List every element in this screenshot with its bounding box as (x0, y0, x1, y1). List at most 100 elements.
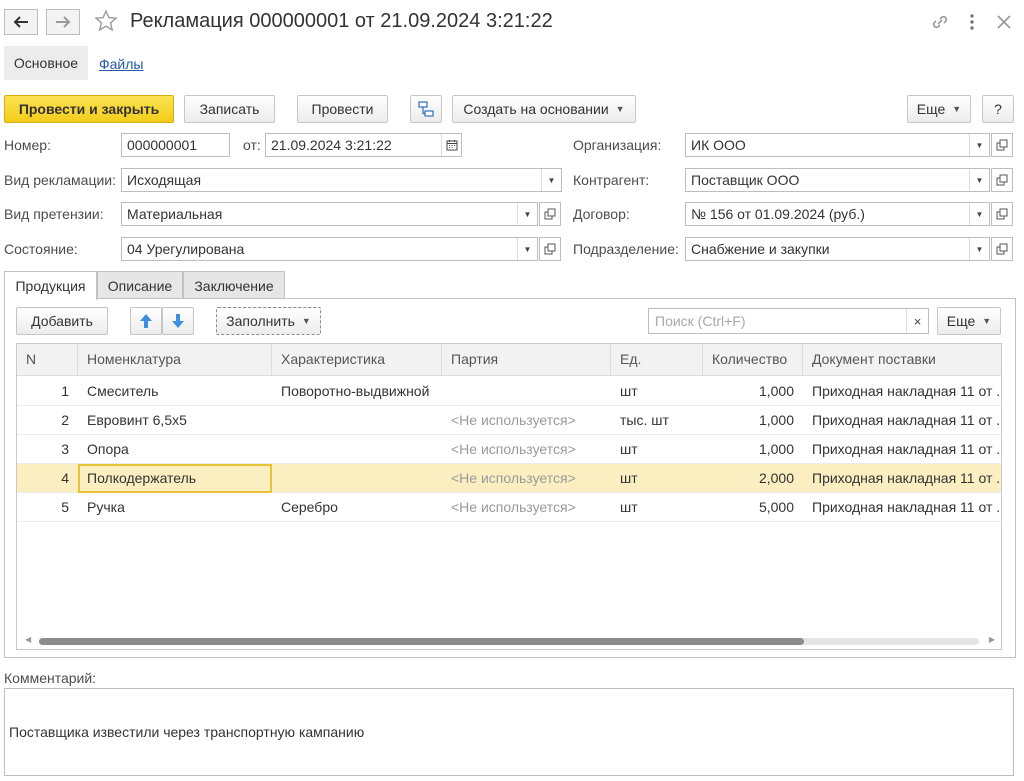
state-select[interactable]: 04 Урегулирована ▼ (121, 237, 538, 261)
cell-unit[interactable]: шт (611, 464, 703, 493)
section-files-link[interactable]: Файлы (99, 56, 143, 72)
cell-doc[interactable]: Приходная накладная 11 от ... (803, 406, 1001, 435)
state-open-button[interactable] (539, 237, 561, 261)
forward-button[interactable] (46, 9, 80, 35)
cell-qty[interactable]: 5,000 (703, 493, 803, 522)
more-button[interactable]: Еще ▼ (907, 95, 971, 123)
save-button[interactable]: Записать (184, 95, 275, 123)
cell-characteristic[interactable] (272, 435, 442, 464)
cell-batch[interactable]: <Не используется> (442, 493, 611, 522)
cell-qty[interactable]: 2,000 (703, 464, 803, 493)
clear-search-button[interactable]: × (906, 309, 928, 333)
table-row[interactable]: 2 Евровинт 6,5x5 <Не используется> тыс. шт 1… (17, 406, 1001, 435)
post-and-close-button[interactable]: Провести и закрыть (4, 95, 174, 123)
cell-batch[interactable]: <Не используется> (442, 464, 611, 493)
table-row[interactable]: 1 Смеситель Поворотно-выдвижной шт 1,000 Прих… (17, 377, 1001, 406)
chevron-down-icon[interactable]: ▼ (517, 238, 537, 260)
contract-select[interactable]: № 156 от 01.09.2024 (руб.) ▼ (685, 202, 990, 226)
cell-unit[interactable]: шт (611, 435, 703, 464)
scrollbar-thumb[interactable] (39, 638, 804, 645)
tab-description[interactable]: Описание (97, 271, 183, 299)
date-field[interactable]: 21.09.2024 3:21:22 (265, 133, 462, 157)
cell-item[interactable]: Опора (78, 435, 272, 464)
cell-item[interactable]: Полкодержатель (78, 464, 272, 493)
comment-field[interactable]: Поставщика известили через транспортную … (4, 688, 1014, 776)
favorite-button[interactable] (94, 9, 120, 35)
pretension-type-open-button[interactable] (539, 202, 561, 226)
cell-unit[interactable]: шт (611, 377, 703, 406)
column-header-n[interactable]: N (17, 344, 78, 376)
column-header-unit[interactable]: Ед. (611, 344, 703, 376)
cell-characteristic[interactable]: Серебро (272, 493, 442, 522)
chevron-down-icon[interactable]: ▼ (969, 238, 989, 260)
cell-batch[interactable]: <Не используется> (442, 406, 611, 435)
cell-n[interactable]: 3 (17, 435, 78, 464)
organization-open-button[interactable] (991, 133, 1013, 157)
create-based-on-button[interactable]: Создать на основании ▼ (452, 95, 636, 123)
cell-batch[interactable] (442, 377, 611, 406)
search-field[interactable]: Поиск (Ctrl+F) × (648, 308, 929, 334)
claim-type-select[interactable]: Исходящая ▼ (121, 168, 562, 192)
cell-doc[interactable]: Приходная накладная 11 от ... (803, 377, 1001, 406)
cell-unit[interactable]: шт (611, 493, 703, 522)
table-row[interactable]: 4 Полкодержатель <Не используется> шт 2,000 П… (17, 464, 1001, 493)
cell-doc[interactable]: Приходная накладная 11 от ... (803, 435, 1001, 464)
table-more-button[interactable]: Еще ▼ (937, 307, 1001, 335)
department-select[interactable]: Снабжение и закупки ▼ (685, 237, 990, 261)
horizontal-scrollbar[interactable]: ◀ ▶ (17, 633, 1001, 649)
help-button[interactable]: ? (982, 95, 1014, 123)
cell-qty[interactable]: 1,000 (703, 377, 803, 406)
cell-unit[interactable]: тыс. шт (611, 406, 703, 435)
cell-item[interactable]: Смеситель (78, 377, 272, 406)
back-button[interactable] (4, 9, 38, 35)
fill-button[interactable]: Заполнить ▼ (216, 307, 321, 335)
close-button[interactable] (994, 12, 1014, 32)
cell-n[interactable]: 2 (17, 406, 78, 435)
scroll-right-icon[interactable]: ▶ (989, 635, 995, 644)
chevron-down-icon[interactable]: ▼ (969, 203, 989, 225)
add-row-button[interactable]: Добавить (16, 307, 108, 335)
pretension-type-select[interactable]: Материальная ▼ (121, 202, 538, 226)
scroll-left-icon[interactable]: ◀ (25, 635, 31, 644)
link-button[interactable] (930, 12, 950, 35)
column-header-qty[interactable]: Количество (703, 344, 803, 376)
column-header-batch[interactable]: Партия (442, 344, 611, 376)
cell-n[interactable]: 1 (17, 377, 78, 406)
cell-n[interactable]: 5 (17, 493, 78, 522)
move-up-button[interactable] (130, 307, 162, 335)
cell-item[interactable]: Ручка (78, 493, 272, 522)
cell-doc[interactable]: Приходная накладная 11 от ... (803, 464, 1001, 493)
table-row[interactable]: 3 Опора <Не используется> шт 1,000 Приходная … (17, 435, 1001, 464)
number-field[interactable]: 000000001 (121, 133, 230, 157)
cell-qty[interactable]: 1,000 (703, 406, 803, 435)
menu-button[interactable] (964, 12, 980, 32)
move-down-button[interactable] (162, 307, 194, 335)
cell-characteristic[interactable] (272, 464, 442, 493)
search-input[interactable]: Поиск (Ctrl+F) (649, 313, 906, 329)
section-main[interactable]: Основное (4, 46, 88, 80)
chevron-down-icon[interactable]: ▼ (517, 203, 537, 225)
products-table[interactable]: N Номенклатура Характеристика Партия Ед.… (16, 343, 1002, 650)
organization-select[interactable]: ИК ООО ▼ (685, 133, 990, 157)
calendar-button[interactable] (441, 134, 461, 156)
cell-characteristic[interactable] (272, 406, 442, 435)
chevron-down-icon[interactable]: ▼ (969, 134, 989, 156)
structure-button[interactable] (410, 95, 442, 123)
contract-open-button[interactable] (991, 202, 1013, 226)
cell-item[interactable]: Евровинт 6,5x5 (78, 406, 272, 435)
column-header-characteristic[interactable]: Характеристика (272, 344, 442, 376)
cell-doc[interactable]: Приходная накладная 11 от ... (803, 493, 1001, 522)
chevron-down-icon[interactable]: ▼ (541, 169, 561, 191)
column-header-doc[interactable]: Документ поставки (803, 344, 1001, 376)
table-row[interactable]: 5 Ручка Серебро <Не используется> шт 5,000 При… (17, 493, 1001, 522)
counterparty-select[interactable]: Поставщик ООО ▼ (685, 168, 990, 192)
cell-qty[interactable]: 1,000 (703, 435, 803, 464)
cell-batch[interactable]: <Не используется> (442, 435, 611, 464)
post-button[interactable]: Провести (297, 95, 388, 123)
column-header-item[interactable]: Номенклатура (78, 344, 272, 376)
chevron-down-icon[interactable]: ▼ (969, 169, 989, 191)
counterparty-open-button[interactable] (991, 168, 1013, 192)
tab-conclusion[interactable]: Заключение (183, 271, 285, 299)
cell-characteristic[interactable]: Поворотно-выдвижной (272, 377, 442, 406)
department-open-button[interactable] (991, 237, 1013, 261)
